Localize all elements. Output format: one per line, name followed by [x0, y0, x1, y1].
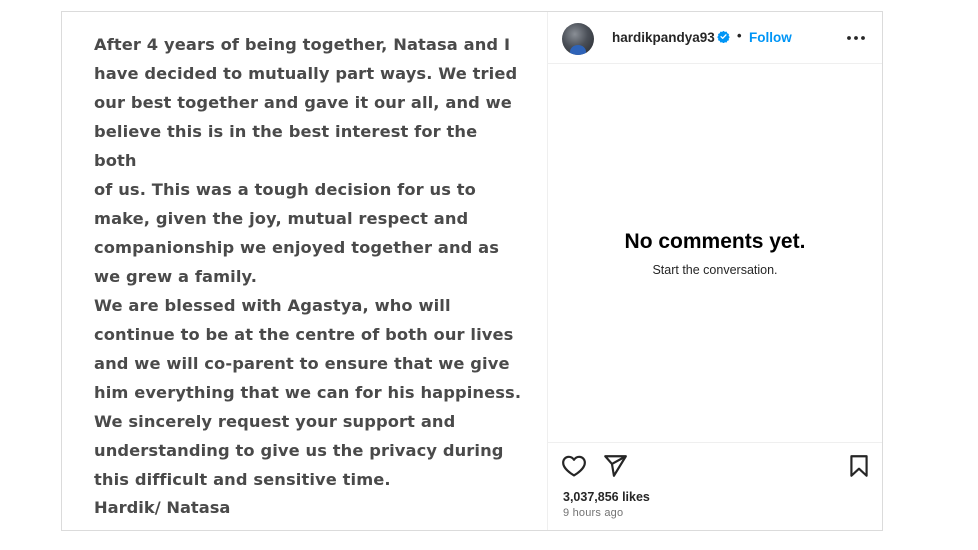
statement-line: After 4 years of being together, Natasa …: [94, 35, 511, 54]
statement-signature: Hardik/ Natasa: [94, 498, 231, 517]
post-timestamp[interactable]: 9 hours ago: [563, 507, 623, 519]
avatar[interactable]: [562, 23, 594, 55]
statement-line: we grew a family.: [94, 267, 258, 286]
instagram-post: After 4 years of being together, Natasa …: [61, 11, 883, 531]
statement-line: believe this is in the best interest for…: [94, 122, 478, 170]
statement-line: We are blessed with Agastya, who will: [94, 296, 451, 315]
empty-comments-title: No comments yet.: [624, 230, 806, 253]
paper-plane-icon[interactable]: [602, 453, 628, 479]
empty-comments-subtitle: Start the conversation.: [652, 263, 778, 277]
post-image: After 4 years of being together, Natasa …: [62, 12, 547, 530]
statement-line: understanding to give us the privacy dur…: [94, 441, 504, 460]
statement-line: We sincerely request your support and: [94, 412, 456, 431]
follow-button[interactable]: Follow: [749, 30, 792, 45]
comments-section: No comments yet. Start the conversation.: [548, 65, 882, 441]
post-sidebar: hardikpandya93 • Follow No comments yet.…: [547, 12, 882, 530]
likes-count[interactable]: 3,037,856 likes: [563, 490, 650, 504]
statement-line: have decided to mutually part ways. We t…: [94, 64, 518, 83]
post-header: hardikpandya93 • Follow: [548, 12, 882, 64]
statement-text: After 4 years of being together, Natasa …: [94, 30, 524, 494]
verified-badge-icon: [717, 30, 730, 43]
more-options-icon[interactable]: [845, 28, 867, 48]
statement-line: continue to be at the centre of both our…: [94, 325, 514, 344]
statement-line: and we will co-parent to ensure that we …: [94, 354, 510, 373]
heart-icon[interactable]: [561, 453, 587, 479]
separator-dot: •: [737, 28, 742, 43]
statement-line: companionship we enjoyed together and as: [94, 238, 500, 257]
post-actions: 3,037,856 likes 9 hours ago: [548, 442, 882, 530]
statement-line: make, given the joy, mutual respect and: [94, 209, 469, 228]
statement-line: him everything that we can for his happi…: [94, 383, 522, 402]
statement-line: of us. This was a tough decision for us …: [94, 180, 476, 199]
statement-line: our best together and gave it our all, a…: [94, 93, 512, 112]
statement-line: this difficult and sensitive time.: [94, 470, 391, 489]
bookmark-icon[interactable]: [846, 453, 872, 479]
username-link[interactable]: hardikpandya93: [612, 30, 715, 45]
